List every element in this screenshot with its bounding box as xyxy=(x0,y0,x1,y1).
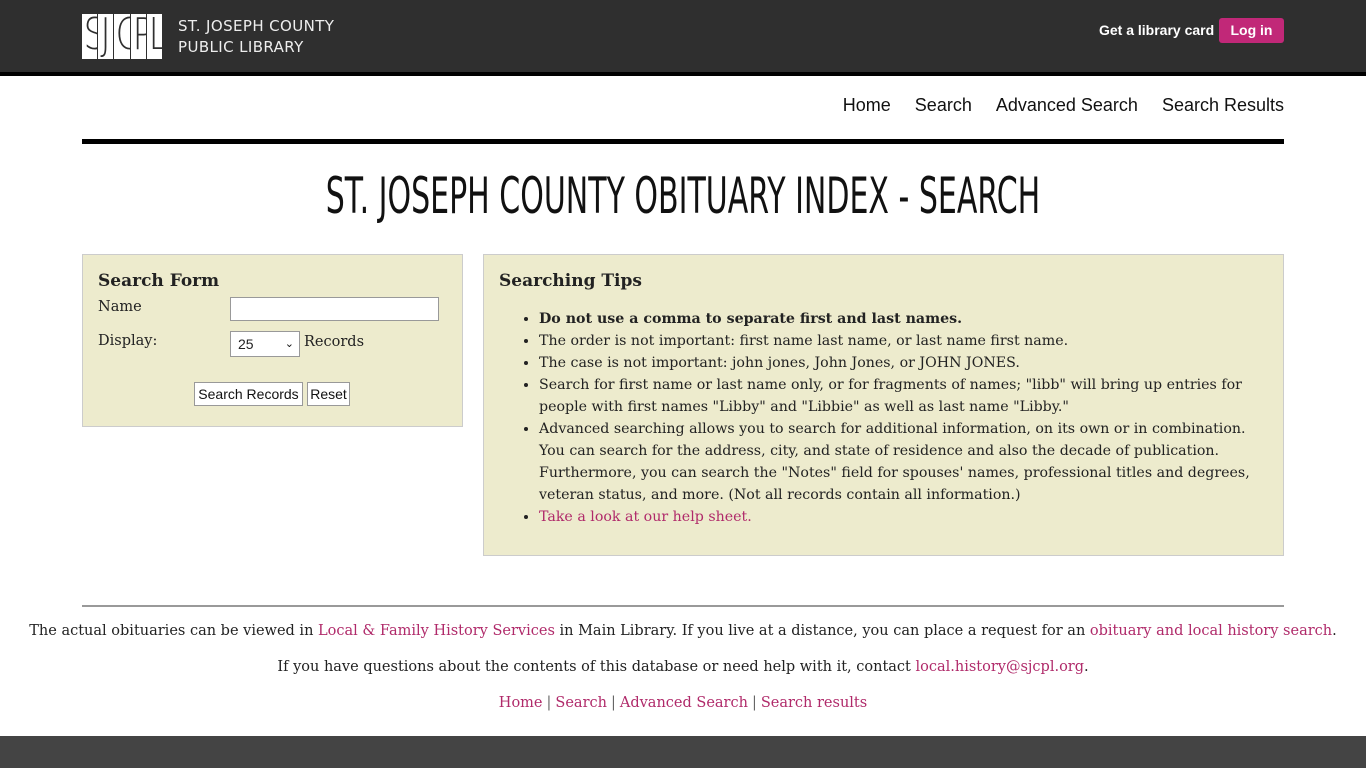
tip-item: Do not use a comma to separate first and… xyxy=(539,308,1269,330)
tip-item: The order is not important: first name l… xyxy=(539,330,1269,352)
logo-cell: C xyxy=(114,14,130,59)
footer-contact-info: If you have questions about the contents… xyxy=(277,659,1089,675)
separator: | xyxy=(610,695,616,711)
chevron-down-icon: ⌄ xyxy=(284,338,294,350)
searching-tips-heading: Searching Tips xyxy=(499,271,642,291)
tip-item: The case is not important: john jones, J… xyxy=(539,352,1269,374)
obituary-search-request-link[interactable]: obituary and local history search xyxy=(1090,623,1332,639)
separator: | xyxy=(751,695,757,711)
help-sheet-link[interactable]: Take a look at our help sheet. xyxy=(539,509,752,525)
display-count-select[interactable]: 25 ⌄ xyxy=(230,331,300,357)
footer-link-advanced-search[interactable]: Advanced Search xyxy=(620,695,748,711)
search-form-heading: Search Form xyxy=(98,271,220,291)
local-family-history-link[interactable]: Local & Family History Services xyxy=(318,623,555,639)
search-form-panel: Search Form Name Display: 25 ⌄ Records S… xyxy=(82,254,463,427)
logo-cell: J xyxy=(98,14,114,59)
display-label: Display: xyxy=(98,333,158,349)
site-footer-bar xyxy=(0,736,1366,768)
tip-item: Advanced searching allows you to search … xyxy=(539,418,1269,506)
footer-link-search[interactable]: Search xyxy=(555,695,607,711)
sjcpl-logo[interactable]: S J C P L xyxy=(82,14,163,59)
footer-nav: Home | Search | Advanced Search | Search resul… xyxy=(0,695,1366,711)
reset-button[interactable]: Reset xyxy=(307,382,350,406)
nav-divider xyxy=(82,139,1284,144)
searching-tips-panel: Searching Tips Do not use a comma to sep… xyxy=(483,254,1284,556)
tips-list: Do not use a comma to separate first and… xyxy=(539,308,1269,528)
page-title: ST. JOSEPH COUNTY OBITUARY INDEX - SEARC… xyxy=(325,167,1041,225)
logo-cell: L xyxy=(146,14,163,59)
main-nav: Home Search Advanced Search Search Resul… xyxy=(843,95,1284,116)
nav-search[interactable]: Search xyxy=(915,95,972,116)
search-records-button[interactable]: Search Records xyxy=(194,382,303,406)
footer-link-home[interactable]: Home xyxy=(499,695,543,711)
contact-email-link[interactable]: local.history@sjcpl.org xyxy=(916,659,1085,675)
get-library-card-link[interactable]: Get a library card xyxy=(1099,22,1214,38)
display-count-value: 25 xyxy=(238,336,254,352)
site-header: S J C P L ST. JOSEPH COUNTY PUBLIC LIBRA… xyxy=(0,0,1366,72)
nav-advanced-search[interactable]: Advanced Search xyxy=(996,95,1138,116)
name-label: Name xyxy=(98,299,142,315)
separator: | xyxy=(546,695,552,711)
records-label: Records xyxy=(304,334,365,350)
login-button[interactable]: Log in xyxy=(1219,18,1284,43)
footer-divider xyxy=(82,605,1284,607)
tip-item: Search for first name or last name only,… xyxy=(539,374,1269,418)
footer-link-search-results[interactable]: Search results xyxy=(761,695,867,711)
header-divider xyxy=(0,72,1366,76)
name-input[interactable] xyxy=(230,297,439,321)
tip-item: Take a look at our help sheet. xyxy=(539,506,1269,528)
logo-cell: P xyxy=(130,14,146,59)
library-name[interactable]: ST. JOSEPH COUNTY PUBLIC LIBRARY xyxy=(178,16,334,58)
nav-home[interactable]: Home xyxy=(843,95,891,116)
footer-viewing-info: The actual obituaries can be viewed in L… xyxy=(29,623,1337,639)
nav-search-results[interactable]: Search Results xyxy=(1162,95,1284,116)
logo-cell: S xyxy=(82,14,98,59)
